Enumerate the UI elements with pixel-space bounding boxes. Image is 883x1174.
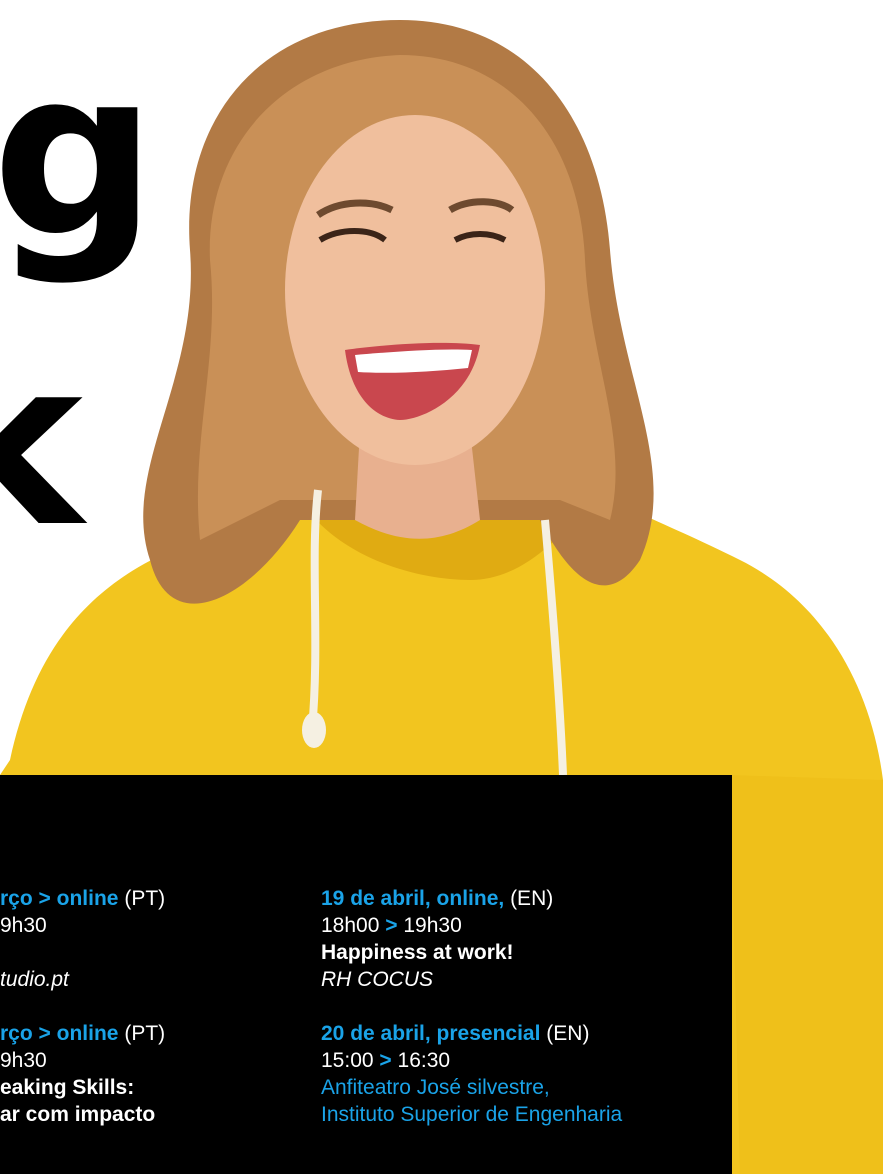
event-time: 9h30 xyxy=(0,1049,47,1072)
event-start-time: 15:00 xyxy=(321,1049,374,1072)
event-end-time: 16:30 xyxy=(397,1049,451,1072)
events-left-column: rço > online (PT) 9h30 tudio.pt rço > on… xyxy=(0,885,165,1128)
event-date-line: rço > online (PT) xyxy=(0,1020,165,1047)
event-date: rço xyxy=(0,887,33,910)
event-venue: Instituto Superior de Engenharia xyxy=(321,1103,623,1126)
event-start-time: 18h00 xyxy=(321,914,380,937)
event-host: tudio.pt xyxy=(0,968,69,991)
chevron-right-icon: > xyxy=(38,1022,51,1045)
events-panel: rço > online (PT) 9h30 tudio.pt rço > on… xyxy=(0,775,732,1174)
event-language: (PT) xyxy=(124,887,166,910)
chevron-right-icon: > xyxy=(379,1049,392,1072)
event-date: 19 de abril, online, xyxy=(321,887,505,910)
event-date: 20 de abril, presencial xyxy=(321,1022,541,1045)
event-date-line: 19 de abril, online, (EN) xyxy=(321,885,622,912)
event-language: (EN) xyxy=(510,887,554,910)
event-end-time: 19h30 xyxy=(403,914,462,937)
event-language: (PT) xyxy=(124,1022,166,1045)
event-mode: online xyxy=(56,887,119,910)
event-mode: online xyxy=(56,1022,119,1045)
event-title: eaking Skills: xyxy=(0,1076,135,1099)
poster: g k rço > online (PT) 9h30 tudio.pt rço … xyxy=(0,0,883,1174)
event-time: 9h30 xyxy=(0,914,47,937)
event-language: (EN) xyxy=(546,1022,590,1045)
chevron-right-icon: > xyxy=(385,914,398,937)
event-title: Happiness at work! xyxy=(321,941,514,964)
chevron-right-icon: > xyxy=(38,887,51,910)
events-right-column: 19 de abril, online, (EN) 18h00 > 19h30 … xyxy=(321,885,622,1128)
event-date-line: rço > online (PT) xyxy=(0,885,165,912)
event-date-line: 20 de abril, presencial (EN) xyxy=(321,1020,622,1047)
event-date: rço xyxy=(0,1022,33,1045)
event-venue: Anfiteatro José silvestre, xyxy=(321,1076,550,1099)
event-time-range: 18h00 > 19h30 xyxy=(321,912,622,939)
event-time-range: 15:00 > 16:30 xyxy=(321,1047,622,1074)
event-title: ar com impacto xyxy=(0,1103,156,1126)
event-host: RH COCUS xyxy=(321,968,434,991)
